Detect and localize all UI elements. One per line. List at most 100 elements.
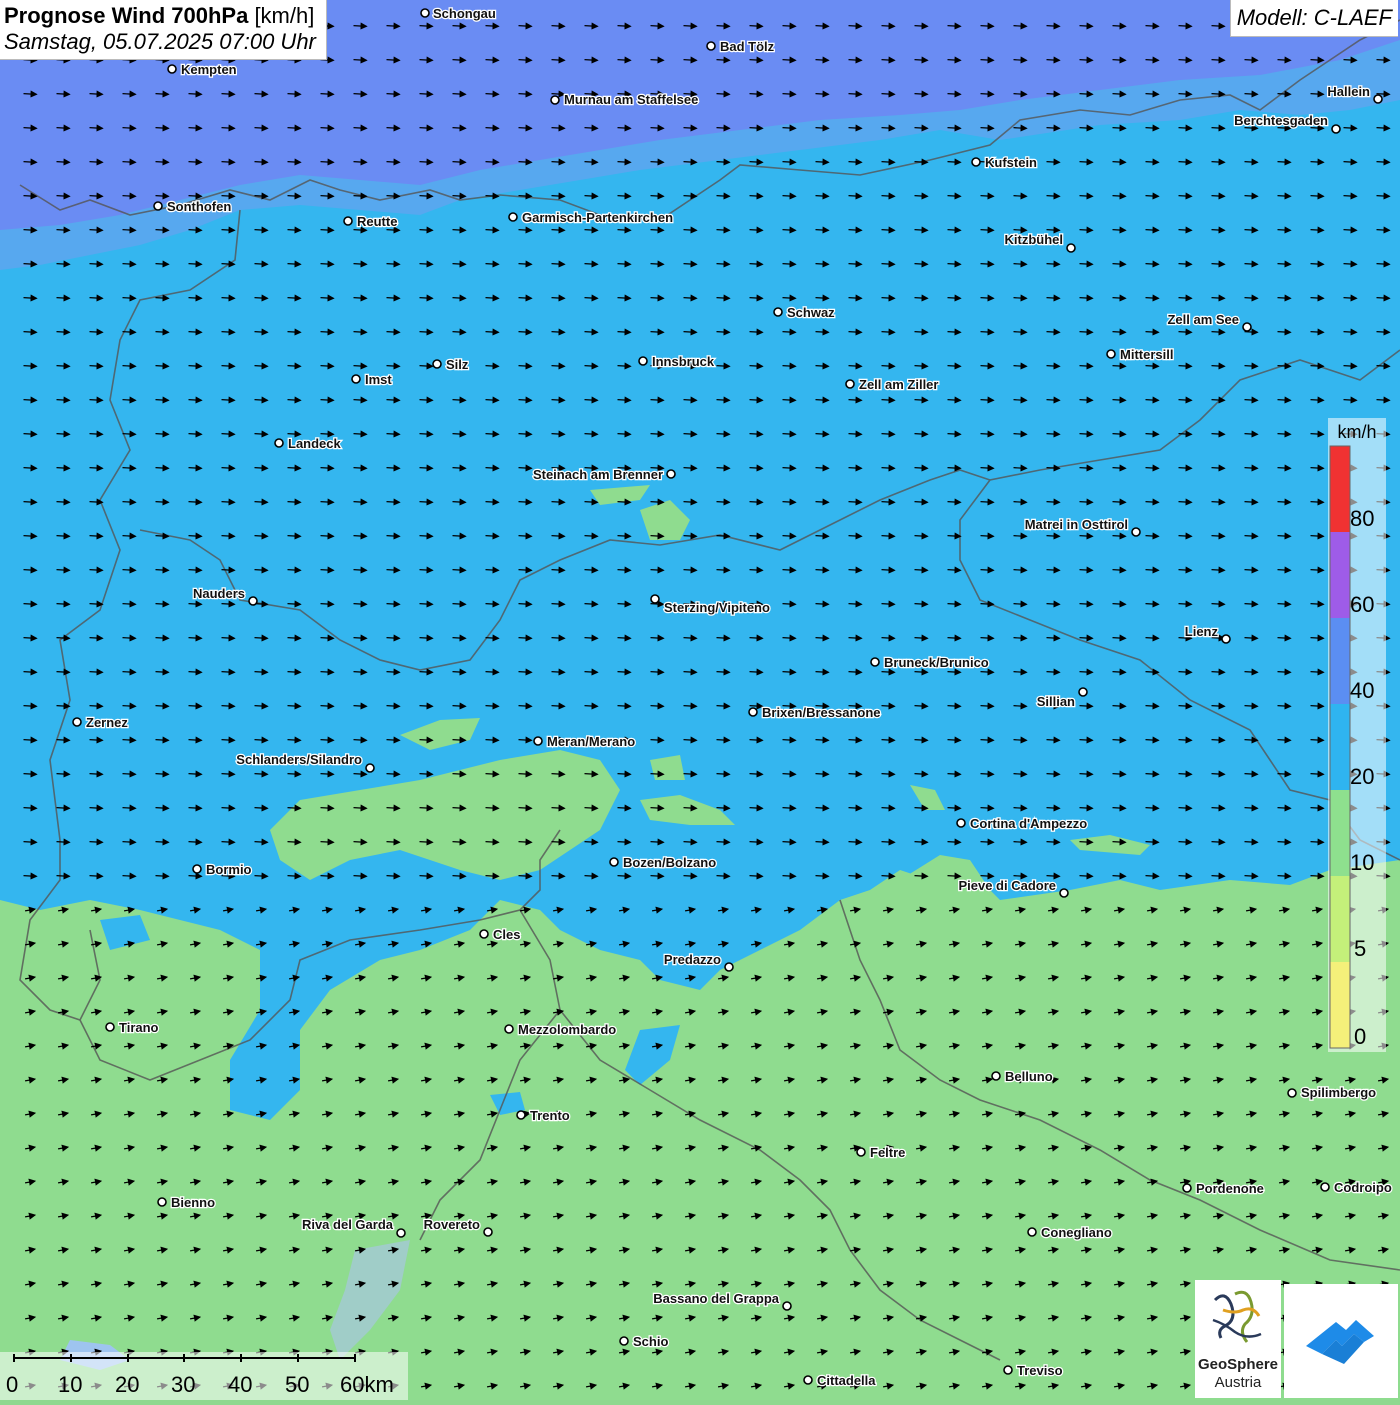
wind-arrow [650,260,665,268]
wind-arrow [1211,804,1226,812]
wind-arrow [89,464,104,472]
wind-arrow [617,192,632,200]
wind-arrow [353,702,368,710]
wind-arrow [1046,736,1061,744]
wind-arrow [683,294,698,302]
wind-arrow [650,668,665,676]
wind-arrow [584,770,599,778]
wind-arrow [287,226,302,234]
place-marker [396,1228,406,1238]
place-label: Spilimbergo [1301,1085,1376,1100]
wind-arrow [881,294,896,302]
wind-arrow [56,158,71,166]
wind-arrow [980,634,995,642]
wind-arrow [419,532,434,540]
wind-arrow [1376,294,1391,302]
wind-arrow [1079,600,1094,608]
wind-arrow [1277,158,1292,166]
wind-arrow [1013,532,1028,540]
wind-arrow [947,600,962,608]
place-marker [483,1227,493,1237]
wind-arrow [848,158,863,166]
place-label: Treviso [1017,1363,1063,1378]
wind-arrow [419,464,434,472]
wind-arrow [1013,872,1028,880]
wind-arrow [848,294,863,302]
wind-arrow [881,702,896,710]
wind-arrow [980,770,995,778]
wind-arrow [419,600,434,608]
page-title: Prognose Wind 700hPa [4,3,249,28]
wind-arrow [122,226,137,234]
wind-arrow [947,702,962,710]
wind-arrow [56,770,71,778]
wind-arrow [716,158,731,166]
place-marker [1331,124,1341,134]
wind-arrow [848,90,863,98]
wind-arrow [947,804,962,812]
wind-arrow [56,498,71,506]
place-label: Schlanders/Silandro [236,752,362,767]
scale-bar: 0 10 20 30 40 50 60km [0,1352,408,1400]
place-label: Bruneck/Brunico [884,655,989,670]
place-label: Landeck [288,436,342,451]
wind-arrow [947,90,962,98]
wind-arrow [782,532,797,540]
wind-arrow [1046,362,1061,370]
place-label: Brixen/Bressanone [762,705,881,720]
wind-arrow [881,396,896,404]
wind-arrow [56,464,71,472]
wind-arrow [1079,566,1094,574]
wind-arrow [551,124,566,132]
wind-arrow [584,566,599,574]
wind-arrow [1145,770,1160,778]
wind-arrow [1145,464,1160,472]
wind-arrow [254,770,269,778]
legend-bin-5 [1330,876,1350,962]
wind-arrow [914,600,929,608]
wind-arrow [89,90,104,98]
wind-arrow [1244,192,1259,200]
wind-arrow [320,396,335,404]
place-marker [1106,349,1116,359]
wind-arrow [848,600,863,608]
wind-arrow [419,192,434,200]
place-marker [351,374,361,384]
wind-arrow [89,158,104,166]
legend-label: 60 [1350,592,1374,617]
wind-arrow [815,260,830,268]
wind-arrow [650,702,665,710]
wind-arrow [452,872,467,880]
wind-arrow [881,430,896,438]
wind-arrow [485,498,500,506]
wind-arrow [650,124,665,132]
place-marker [956,818,966,828]
wind-arrow [1310,634,1325,642]
place-marker [1078,687,1088,697]
place-label: Rovereto [424,1217,480,1232]
wind-arrow [419,362,434,370]
wind-arrow [518,226,533,234]
wind-arrow [122,872,137,880]
wind-arrow [452,566,467,574]
wind-arrow [1211,600,1226,608]
wind-arrow [914,736,929,744]
wind-arrow [485,532,500,540]
wind-arrow [353,600,368,608]
wind-arrow [947,260,962,268]
wind-arrow [485,260,500,268]
wind-arrow [914,192,929,200]
wind-arrow [254,668,269,676]
wind-arrow [122,804,137,812]
wind-arrow [419,294,434,302]
scale-bar-graphic: 0 10 20 30 40 50 60km [6,1354,394,1397]
place-marker [1242,322,1252,332]
wind-arrow [320,498,335,506]
wind-arrow [221,192,236,200]
wind-arrow [23,260,38,268]
wind-arrow [452,430,467,438]
wind-arrow [386,396,401,404]
wind-arrow [353,90,368,98]
wind-arrow [1013,736,1028,744]
wind-arrow [815,804,830,812]
